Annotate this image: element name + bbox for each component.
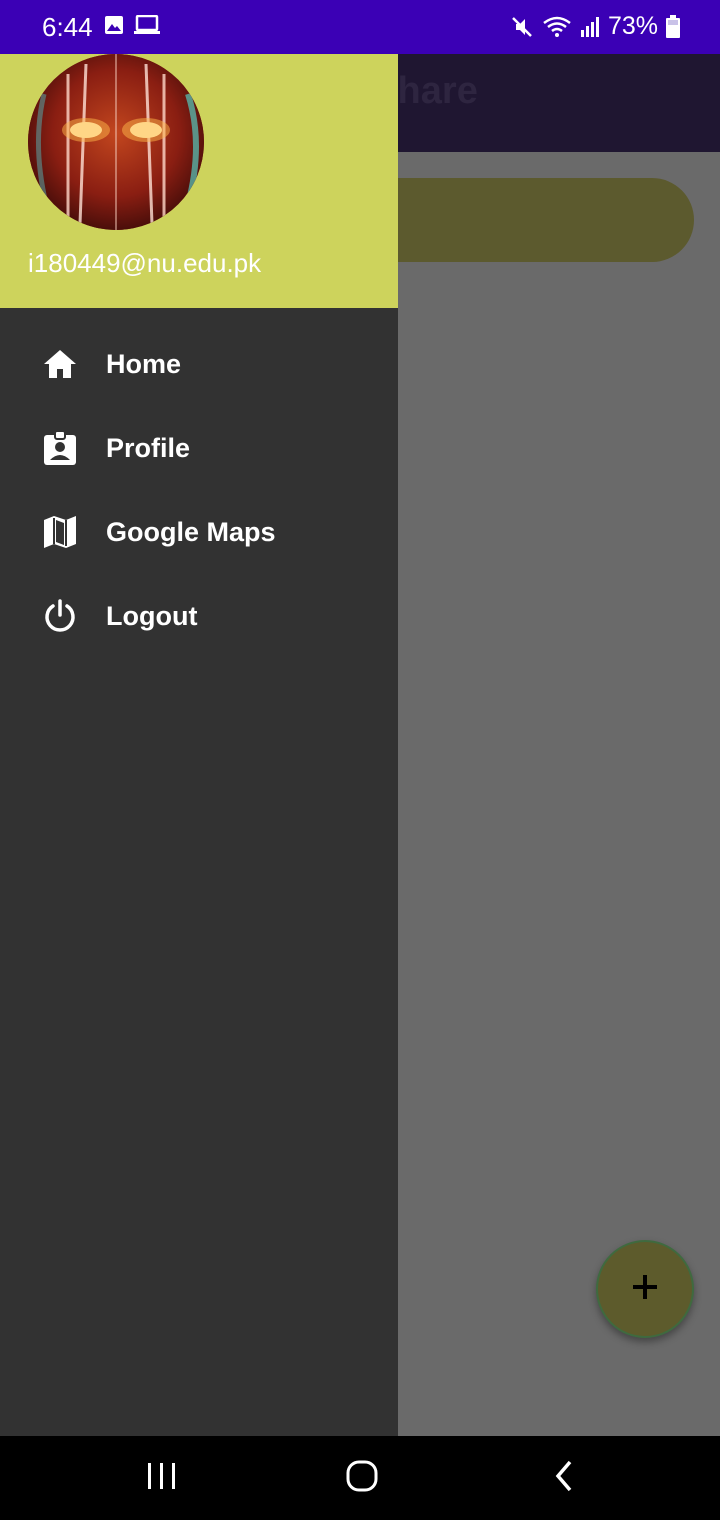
status-bar: 6:44 73% (0, 0, 720, 54)
status-system-icons: 73% (510, 12, 680, 41)
home-button[interactable] (302, 1436, 422, 1520)
status-notification-icons (104, 14, 160, 40)
avatar[interactable] (28, 54, 204, 230)
drawer-item-label: Google Maps (106, 516, 276, 547)
add-fab-button[interactable] (596, 1240, 694, 1338)
drawer-item-label: Home (106, 348, 182, 379)
home-circle-icon (345, 1459, 379, 1498)
battery-percent: 73% (607, 12, 658, 40)
laptop-icon (134, 14, 160, 40)
status-time: 6:44 (42, 12, 93, 42)
recents-button[interactable] (102, 1436, 222, 1520)
drawer-item-home[interactable]: Home (0, 322, 398, 406)
battery-icon (666, 14, 680, 39)
home-icon (40, 344, 80, 384)
plus-icon (630, 1272, 660, 1307)
power-icon (40, 596, 80, 636)
profile-badge-icon (40, 428, 80, 468)
back-icon (552, 1459, 576, 1498)
drawer-item-google-maps[interactable]: Google Maps (0, 490, 398, 574)
drawer-header: i180449@nu.edu.pk (0, 54, 398, 308)
drawer-item-label: Profile (106, 432, 191, 463)
drawer-menu: Home Profile Google Maps Logout (0, 322, 398, 658)
drawer-item-label: Logout (106, 600, 198, 631)
drawer-item-profile[interactable]: Profile (0, 406, 398, 490)
signal-icon (580, 16, 600, 38)
navigation-drawer: i180449@nu.edu.pk Home Profile Google Ma… (0, 54, 398, 1436)
mute-icon (510, 15, 534, 39)
map-icon (40, 512, 80, 552)
system-nav-bar (0, 1436, 720, 1520)
drawer-item-logout[interactable]: Logout (0, 574, 398, 658)
user-email: i180449@nu.edu.pk (28, 248, 262, 278)
image-icon (104, 15, 124, 40)
back-button[interactable] (504, 1436, 624, 1520)
wifi-icon (542, 15, 572, 39)
recents-icon (146, 1461, 178, 1496)
